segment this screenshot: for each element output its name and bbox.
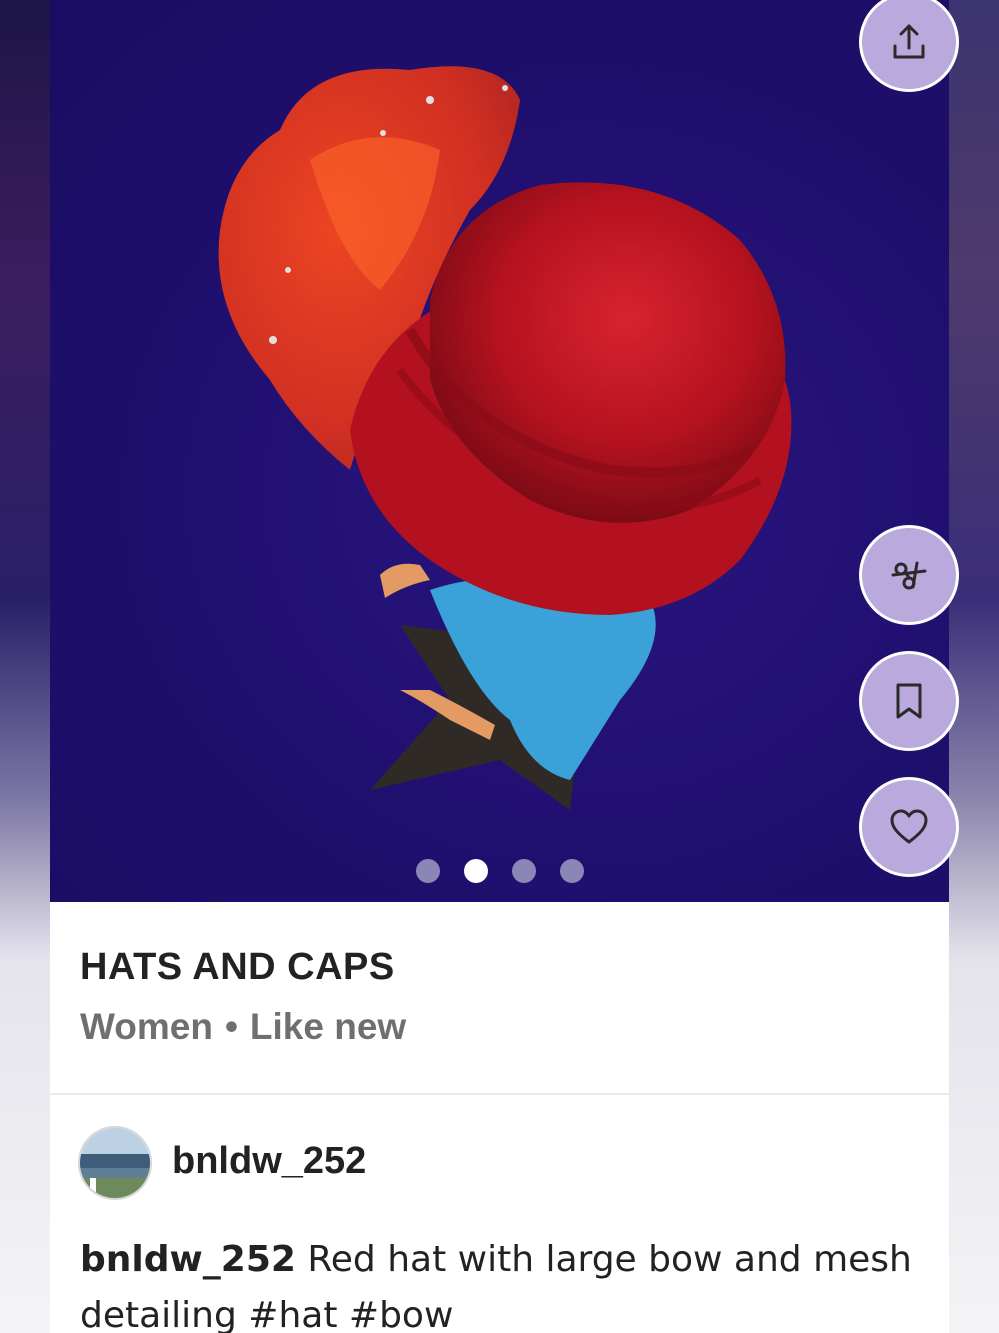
- hashtag-link[interactable]: #hat: [248, 1295, 337, 1333]
- divider: [50, 1093, 949, 1095]
- carousel-dot[interactable]: [511, 859, 536, 883]
- listing-details: HATS AND CAPS Women • Like new bnldw_252…: [50, 902, 949, 1333]
- carousel-indicator[interactable]: [50, 858, 949, 884]
- meta-separator: •: [224, 1006, 238, 1047]
- product-photo[interactable]: [50, 0, 949, 902]
- bookmark-icon: [896, 683, 922, 719]
- carousel-dot-active[interactable]: [463, 859, 488, 883]
- department-label[interactable]: Women: [80, 1006, 213, 1048]
- listing-title: HATS AND CAPS: [80, 946, 395, 988]
- background-blur-left: [0, 0, 50, 1333]
- hashtag-link[interactable]: #bow: [349, 1295, 453, 1333]
- make-offer-button[interactable]: [859, 525, 959, 625]
- carousel-dot[interactable]: [559, 859, 584, 883]
- heart-icon: [890, 809, 928, 844]
- listing-meta: Women • Like new: [80, 1006, 406, 1048]
- product-image-red-hat: [218, 66, 792, 810]
- description-username[interactable]: bnldw_252: [80, 1239, 296, 1280]
- condition-label: Like new: [249, 1006, 407, 1047]
- seller-avatar[interactable]: [78, 1126, 152, 1200]
- scissors-icon: [891, 561, 927, 590]
- like-button[interactable]: [859, 777, 959, 877]
- carousel-dot[interactable]: [415, 859, 440, 883]
- share-icon: [893, 24, 925, 59]
- listing-description: bnldw_252 Red hat with large bow and mes…: [80, 1232, 930, 1333]
- background-blur-right: [949, 0, 999, 1333]
- seller-username[interactable]: bnldw_252: [172, 1140, 366, 1183]
- save-button[interactable]: [859, 651, 959, 751]
- avatar-image: [80, 1128, 150, 1198]
